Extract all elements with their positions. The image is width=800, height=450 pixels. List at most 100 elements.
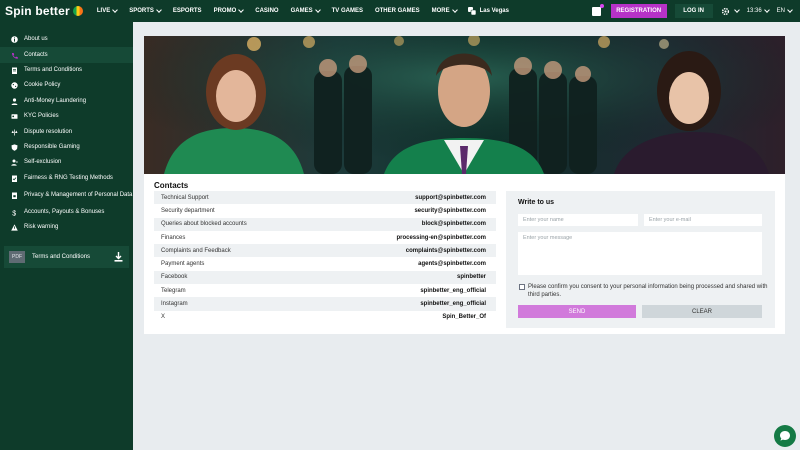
contact-label: X bbox=[161, 314, 166, 321]
notification-dot bbox=[599, 3, 604, 8]
sidebar-item-privacy-management-of-personal-data[interactable]: Privacy & Management of Personal Data bbox=[0, 186, 133, 205]
table-row: Telegram spinbetter_eng_official bbox=[154, 284, 496, 297]
chevron-down-icon bbox=[112, 7, 119, 13]
table-row: Instagram spinbetter_eng_official bbox=[154, 297, 496, 311]
id-icon bbox=[11, 114, 18, 119]
nav-item-tv-games[interactable]: TV GAMES bbox=[332, 8, 363, 14]
nav-item-esports[interactable]: ESPORTS bbox=[173, 8, 202, 14]
email-input[interactable]: Enter your e-mail bbox=[644, 214, 762, 226]
contact-value[interactable]: block@spinbetter.com bbox=[422, 221, 486, 227]
nav-item-label: ESPORTS bbox=[172, 8, 202, 14]
sidebar-item-terms-and-conditions[interactable]: Terms and Conditions bbox=[0, 63, 133, 78]
download-icon[interactable] bbox=[114, 252, 123, 262]
sidebar-item-self-exclusion[interactable]: Self-exclusion bbox=[0, 155, 133, 170]
sidebar-item-accounts-payouts-bonuses[interactable]: $ Accounts, Payouts & Bonuses bbox=[0, 205, 133, 220]
logo-ball-icon bbox=[72, 6, 83, 16]
contact-value[interactable]: processing-en@spinbetter.com bbox=[396, 235, 486, 241]
nav-item-live[interactable]: LIVE bbox=[96, 7, 119, 14]
sidebar-item-risk-warning[interactable]: Risk warning bbox=[0, 220, 133, 235]
cookie-icon bbox=[11, 82, 18, 90]
contact-value[interactable]: spinbetter bbox=[457, 274, 486, 280]
name-input[interactable]: Enter your name bbox=[518, 214, 638, 226]
contact-label: Complaints and Feedback bbox=[161, 247, 231, 254]
contact-value[interactable]: spinbetter_eng_official bbox=[420, 301, 486, 307]
nav-item-label: GAMES bbox=[290, 8, 313, 14]
contact-value[interactable]: security@spinbetter.com bbox=[414, 208, 486, 214]
time-display[interactable]: 13:36 bbox=[746, 7, 770, 14]
nav-item-las-vegas[interactable]: Las Vegas bbox=[467, 6, 509, 16]
contact-label: Instagram bbox=[161, 301, 188, 308]
sidebar-item-kyc-policies[interactable]: KYC Policies bbox=[0, 109, 133, 124]
form-title: Write to us bbox=[518, 199, 555, 206]
sidebar-list: About us Contacts Terms and Conditions Cook… bbox=[0, 22, 133, 236]
logo-text: Spin better bbox=[5, 4, 70, 18]
chevron-down-icon bbox=[787, 7, 793, 13]
nav-item-other-games[interactable]: OTHER GAMES bbox=[375, 8, 420, 14]
contact-value[interactable]: spinbetter_eng_official bbox=[420, 288, 486, 294]
nav-item-label: SPORTS bbox=[129, 8, 154, 14]
scales-icon bbox=[11, 129, 18, 136]
hero-banner-image bbox=[144, 36, 785, 174]
pdf-download-card[interactable]: PDF Terms and Conditions bbox=[4, 246, 129, 268]
contact-label: Telegram bbox=[161, 287, 186, 294]
sidebar-item-dispute-resolution[interactable]: Dispute resolution bbox=[0, 124, 133, 139]
table-row: Payment agents agents@spinbetter.com bbox=[154, 257, 496, 270]
contact-label: Facebook bbox=[161, 274, 188, 281]
sidebar: About us Contacts Terms and Conditions Cook… bbox=[0, 22, 133, 450]
phone-icon bbox=[12, 52, 18, 59]
gift-icon[interactable] bbox=[591, 3, 604, 16]
table-row: Queries about blocked accounts block@spin… bbox=[154, 217, 496, 231]
contact-value[interactable]: complaints@spinbetter.com bbox=[406, 248, 486, 254]
contact-label: Technical Support bbox=[161, 194, 209, 201]
contact-value[interactable]: support@spinbetter.com bbox=[415, 195, 486, 201]
hero-illustration bbox=[144, 36, 785, 174]
contact-label: Security department bbox=[161, 207, 215, 214]
lock-doc-icon bbox=[12, 192, 17, 199]
contacts-table: Technical Support support@spinbetter.com S… bbox=[154, 191, 496, 324]
pdf-badge: PDF bbox=[9, 251, 25, 263]
nav-item-label: PROMO bbox=[213, 8, 237, 14]
nav-item-promo[interactable]: PROMO bbox=[213, 7, 245, 14]
nav-item-label: LIVE bbox=[96, 8, 111, 14]
sidebar-item-label: Contacts bbox=[24, 51, 48, 58]
time-value: 13:36 bbox=[746, 8, 762, 14]
login-button[interactable]: LOG IN bbox=[674, 4, 713, 18]
contact-form: Write to us Enter your name Enter your e… bbox=[506, 191, 775, 328]
nav-item-more[interactable]: MORE bbox=[432, 7, 458, 14]
contact-value[interactable]: Spin_Better_Of bbox=[442, 314, 486, 320]
contact-label: Finances bbox=[161, 234, 186, 241]
shield-icon bbox=[11, 144, 18, 151]
send-button[interactable]: SEND bbox=[518, 305, 636, 318]
table-row: X Spin_Better_Of bbox=[154, 311, 496, 324]
brand-logo[interactable]: Spin better bbox=[5, 0, 83, 22]
clear-button[interactable]: CLEAR bbox=[642, 305, 762, 318]
consent-checkbox[interactable] bbox=[519, 284, 525, 290]
sidebar-item-cookie-policy[interactable]: Cookie Policy bbox=[0, 78, 133, 93]
check-doc-icon bbox=[12, 175, 17, 182]
sidebar-item-responsible-gaming[interactable]: Responsible Gaming bbox=[0, 140, 133, 155]
chevron-down-icon bbox=[156, 7, 162, 13]
registration-button[interactable]: REGISTRATION bbox=[610, 4, 667, 18]
nav-item-games[interactable]: GAMES bbox=[290, 7, 321, 14]
table-row: Technical Support support@spinbetter.com bbox=[154, 191, 496, 205]
sidebar-item-fairness-rng-testing-methods[interactable]: Fairness & RNG Testing Methods bbox=[0, 171, 133, 186]
language-value: EN bbox=[776, 8, 785, 14]
settings-button[interactable] bbox=[721, 7, 740, 16]
nav-item-sports[interactable]: SPORTS bbox=[129, 7, 162, 14]
sidebar-item-anti-money-laundering[interactable]: Anti-Money Laundering bbox=[0, 94, 133, 109]
main-content: Contacts Technical Support support@spinbe… bbox=[144, 36, 785, 334]
sidebar-item-about-us[interactable]: About us bbox=[0, 32, 133, 47]
document-icon bbox=[12, 67, 17, 74]
sidebar-item-contacts[interactable]: Contacts bbox=[0, 47, 133, 63]
dollar-icon: $ bbox=[12, 211, 16, 217]
contacts-title: Contacts bbox=[154, 181, 189, 190]
user-block-icon bbox=[11, 159, 18, 166]
message-textarea[interactable]: Enter your message bbox=[518, 232, 762, 275]
language-select[interactable]: EN bbox=[776, 7, 793, 14]
sidebar-item-label: Accounts, Payouts & Bonuses bbox=[24, 209, 105, 216]
contact-label: Payment agents bbox=[161, 261, 205, 268]
chat-button[interactable] bbox=[774, 425, 796, 447]
contact-label: Queries about blocked accounts bbox=[161, 221, 247, 228]
contact-value[interactable]: agents@spinbetter.com bbox=[418, 261, 486, 267]
nav-item-casino[interactable]: CASINO bbox=[255, 8, 278, 14]
